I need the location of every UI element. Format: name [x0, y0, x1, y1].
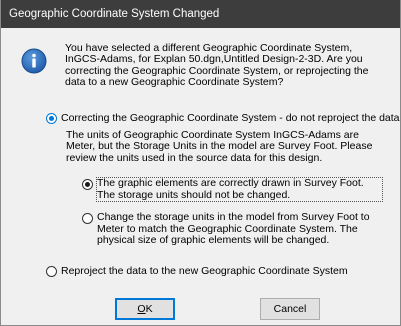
- correct-gcs-option[interactable]: Correcting the Geographic Coordinate Sys…: [46, 112, 400, 124]
- ok-label-rest: K: [145, 303, 153, 315]
- keep-storage-units-label: The graphic elements are correctly drawn…: [96, 177, 383, 202]
- ok-button[interactable]: OK: [115, 298, 175, 320]
- correct-gcs-label: Correcting the Geographic Coordinate Sys…: [61, 112, 400, 124]
- dialog-title: Geographic Coordinate System Changed: [1, 0, 400, 28]
- change-storage-units-label: Change the storage units in the model fr…: [97, 211, 370, 246]
- cancel-button[interactable]: Cancel: [260, 298, 320, 320]
- keep-storage-units-radio[interactable]: [82, 179, 93, 190]
- reproject-label: Reproject the data to the new Geographic…: [61, 265, 348, 277]
- units-note: The units of Geographic Coordinate Syste…: [66, 129, 373, 164]
- change-storage-units-radio[interactable]: [82, 213, 93, 224]
- correct-gcs-radio[interactable]: [46, 113, 57, 124]
- gcs-changed-dialog: Geographic Coordinate System Changed You…: [0, 0, 401, 326]
- intro-message: You have selected a different Geographic…: [65, 42, 369, 88]
- keep-storage-units-option[interactable]: The graphic elements are correctly drawn…: [82, 177, 383, 202]
- ok-mnemonic: O: [137, 303, 146, 315]
- reproject-option[interactable]: Reproject the data to the new Geographic…: [46, 265, 348, 277]
- info-icon: [21, 48, 47, 74]
- reproject-radio[interactable]: [46, 266, 57, 277]
- change-storage-units-option[interactable]: Change the storage units in the model fr…: [82, 211, 386, 247]
